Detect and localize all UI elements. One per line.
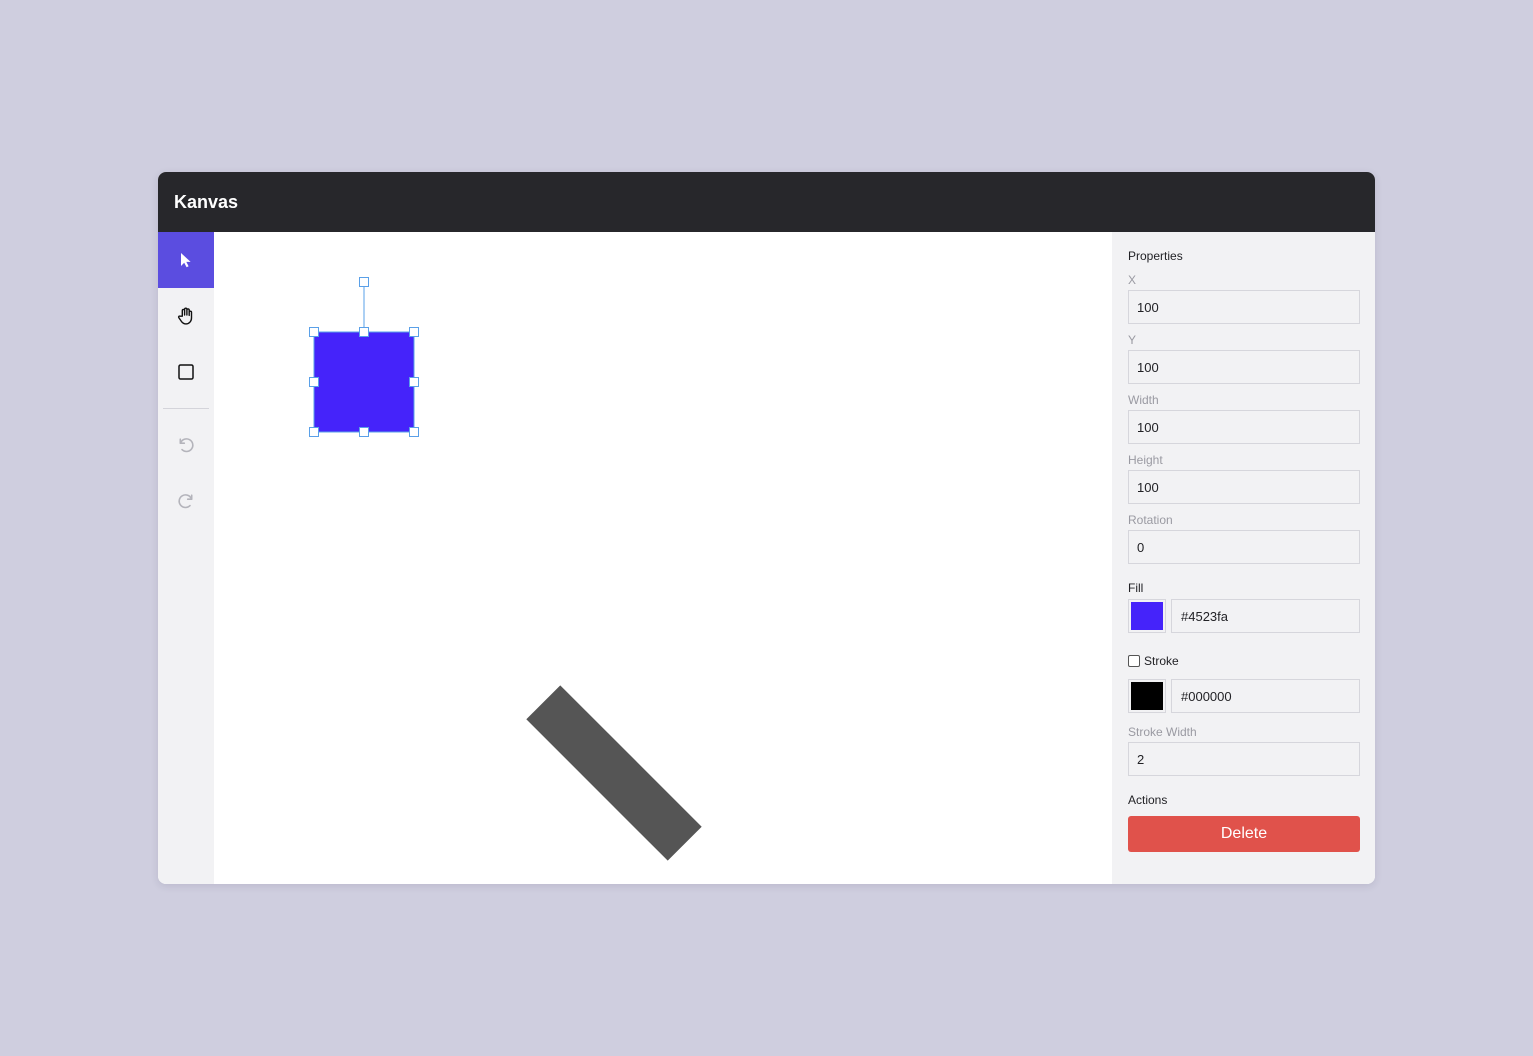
- properties-title: Properties: [1128, 249, 1183, 263]
- rotation-handle[interactable]: [359, 277, 369, 287]
- width-label: Width: [1128, 393, 1159, 407]
- fill-color-preview: [1131, 602, 1163, 630]
- app-title: Kanvas: [174, 192, 239, 212]
- cursor-arrow-icon: [181, 253, 191, 268]
- undo-button[interactable]: [158, 417, 214, 473]
- stroke-color-input[interactable]: [1171, 679, 1360, 713]
- select-tool-button[interactable]: [158, 232, 214, 288]
- height-label: Height: [1128, 453, 1163, 467]
- fill-color-swatch[interactable]: [1128, 599, 1166, 633]
- stroke-toggle-row[interactable]: Stroke: [1128, 653, 1179, 669]
- stroke-color-preview: [1131, 682, 1163, 710]
- toolbar-divider: [163, 408, 209, 409]
- stroke-color-swatch[interactable]: [1128, 679, 1166, 713]
- resize-handle-bottom-left[interactable]: [309, 427, 319, 437]
- resize-handle-left[interactable]: [309, 377, 319, 387]
- fill-label: Fill: [1128, 581, 1144, 595]
- resize-handle-bottom-right[interactable]: [409, 427, 419, 437]
- rectangle-tool-button[interactable]: [158, 344, 214, 400]
- hand-icon: [177, 307, 193, 325]
- app-window: Kanvas Properties X 100 Y 100 Width 100 …: [158, 172, 1375, 884]
- redo-button[interactable]: [158, 473, 214, 529]
- x-input[interactable]: [1128, 290, 1360, 324]
- canvas-surface: [309, 277, 702, 861]
- y-label: Y: [1128, 333, 1137, 347]
- drawing-canvas[interactable]: [214, 232, 1112, 884]
- toolbar: [158, 232, 214, 884]
- stroke-width-input[interactable]: [1128, 742, 1360, 776]
- fill-color-input[interactable]: [1171, 599, 1360, 633]
- resize-handle-right[interactable]: [409, 377, 419, 387]
- title-bar: Kanvas: [158, 172, 1375, 232]
- resize-handle-top-right[interactable]: [409, 327, 419, 337]
- width-input[interactable]: [1128, 410, 1360, 444]
- resize-handle-top-left[interactable]: [309, 327, 319, 337]
- rotated-rectangle-shape[interactable]: [526, 685, 702, 861]
- redo-icon: [178, 494, 193, 509]
- rotation-label: Rotation: [1128, 513, 1173, 527]
- selected-rectangle-shape[interactable]: [314, 332, 414, 432]
- undo-icon: [179, 438, 194, 453]
- hand-tool-button[interactable]: [158, 288, 214, 344]
- stroke-label: Stroke: [1144, 654, 1179, 668]
- resize-handle-bottom[interactable]: [359, 427, 369, 437]
- stroke-checkbox[interactable]: [1128, 655, 1140, 667]
- resize-handle-top[interactable]: [359, 327, 369, 337]
- y-input[interactable]: [1128, 350, 1360, 384]
- properties-panel: Properties X Y Width Height Rotation Fil…: [1112, 232, 1375, 884]
- delete-button[interactable]: Delete: [1128, 816, 1360, 852]
- height-input[interactable]: [1128, 470, 1360, 504]
- rotation-input[interactable]: [1128, 530, 1360, 564]
- stroke-width-label: Stroke Width: [1128, 725, 1197, 739]
- x-label: X: [1128, 273, 1137, 287]
- square-icon: [178, 364, 194, 380]
- actions-label: Actions: [1128, 793, 1168, 807]
